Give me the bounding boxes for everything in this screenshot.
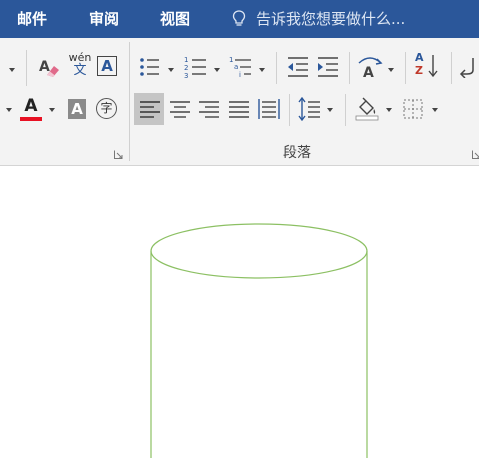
line-spacing-dropdown-arrow[interactable] (327, 108, 333, 112)
sort-a-glyph: A (415, 51, 424, 64)
paragraph-dialog-launcher-icon[interactable] (472, 150, 479, 159)
numbering-dropdown-arrow[interactable] (214, 68, 220, 72)
asian-layout-icon[interactable]: A (357, 55, 383, 79)
eraser-icon[interactable]: A (38, 56, 60, 78)
ribbon-home: A wén 文 A A A 字 1 2 3 1 a i A A Z 段落 (0, 38, 479, 166)
font-size-dropdown-arrow[interactable] (9, 68, 15, 72)
asian-layout-dropdown-arrow[interactable] (388, 68, 394, 72)
document-canvas[interactable] (0, 166, 479, 458)
bullets-icon[interactable] (139, 56, 161, 78)
group-separator (129, 42, 130, 161)
phonetic-guide-button[interactable]: wén 文 (67, 52, 93, 80)
separator (26, 50, 27, 86)
character-border-button[interactable]: A (97, 56, 117, 76)
multilevel-list-icon[interactable]: 1 a i (229, 55, 255, 79)
shading-dropdown-arrow[interactable] (386, 108, 392, 112)
font-color-dropdown-arrow[interactable] (49, 108, 55, 112)
borders-icon[interactable] (403, 99, 423, 119)
font-color-bar (20, 117, 42, 121)
separator (276, 52, 277, 84)
show-formatting-marks-icon[interactable] (459, 56, 479, 78)
highlight-dropdown-arrow[interactable] (6, 108, 12, 112)
tab-view[interactable]: 视图 (160, 0, 190, 38)
sort-button[interactable]: A Z (414, 52, 442, 82)
font-color-glyph: A (24, 96, 38, 116)
svg-text:i: i (239, 71, 241, 79)
numbering-icon[interactable]: 1 2 3 (184, 55, 208, 79)
sort-z-glyph: Z (415, 64, 423, 77)
justify-icon[interactable] (228, 100, 250, 118)
tab-mailings[interactable]: 邮件 (17, 0, 47, 38)
phonetic-guide-char: 文 (73, 63, 87, 78)
ribbon-tab-bar: 邮件 审阅 视图 告诉我您想要做什么... (0, 0, 479, 38)
tell-me-text: 告诉我您想要做什么... (256, 10, 406, 28)
separator (345, 94, 346, 126)
multilevel-dropdown-arrow[interactable] (259, 68, 265, 72)
paragraph-group-label: 段落 (283, 145, 311, 161)
separator (349, 52, 350, 84)
shading-paint-bucket-icon[interactable] (355, 97, 379, 121)
svg-text:2: 2 (184, 64, 188, 72)
svg-text:A: A (39, 59, 50, 75)
svg-text:1: 1 (229, 56, 233, 64)
svg-text:a: a (234, 63, 238, 71)
align-right-icon[interactable] (198, 100, 220, 118)
tab-review[interactable]: 审阅 (89, 0, 119, 38)
character-shading-button[interactable]: A (68, 99, 86, 119)
bullets-dropdown-arrow[interactable] (168, 68, 174, 72)
enclosed-character-button[interactable]: 字 (96, 98, 117, 119)
separator (405, 52, 406, 84)
increase-indent-icon[interactable] (316, 56, 340, 78)
svg-text:3: 3 (184, 72, 188, 79)
borders-dropdown-arrow[interactable] (432, 108, 438, 112)
font-color-button[interactable]: A (20, 96, 42, 122)
svg-text:A: A (363, 65, 374, 79)
sort-arrow-icon (428, 55, 438, 78)
cylinder-shape[interactable] (0, 166, 479, 458)
lightbulb-icon (232, 10, 246, 26)
align-center-icon[interactable] (169, 100, 191, 118)
svg-text:1: 1 (184, 56, 188, 64)
line-spacing-icon[interactable] (298, 97, 322, 121)
separator (289, 94, 290, 126)
font-dialog-launcher-icon[interactable] (114, 150, 123, 159)
separator (451, 52, 452, 84)
decrease-indent-icon[interactable] (286, 56, 310, 78)
align-left-icon[interactable] (139, 100, 161, 118)
distributed-icon[interactable] (257, 98, 281, 120)
